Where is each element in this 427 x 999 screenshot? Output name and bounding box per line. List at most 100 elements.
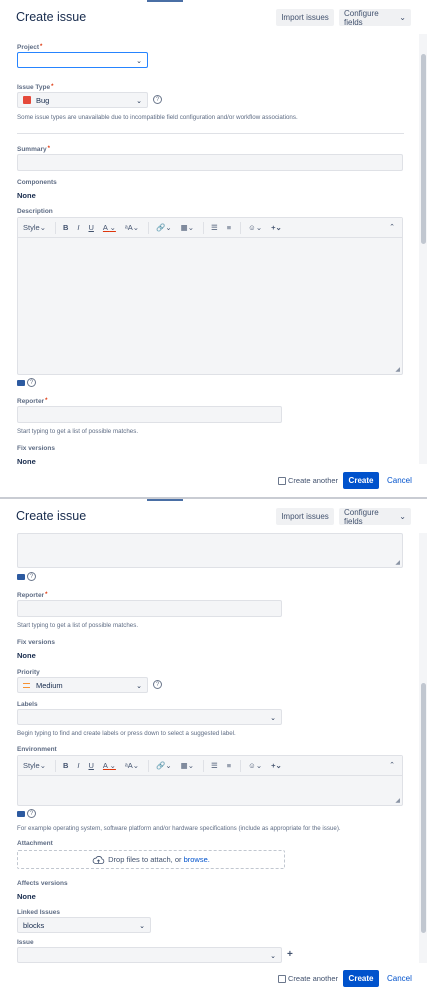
more-formatting-button[interactable]: ᵃA⌄ [125,223,139,232]
reporter-help: Start typing to get a list of possible m… [17,428,139,435]
issue-label: Issue [17,939,34,946]
help-icon[interactable]: ? [27,572,36,581]
project-label: Project* [17,44,43,51]
resize-handle-icon[interactable]: ◢ [395,797,400,804]
top-indicator [147,499,183,501]
import-issues-label: Import issues [281,13,329,22]
wiki-markup-icon[interactable] [17,811,25,817]
components-label: Components [17,179,57,186]
bullet-list-icon[interactable]: ☰ [211,761,218,770]
text-color-button[interactable]: A ⌄ [103,223,116,232]
emoji-icon[interactable]: ☺⌄ [248,761,262,770]
affects-versions-label: Affects versions [17,880,68,887]
upload-cloud-icon [92,855,105,864]
reporter-input[interactable] [17,406,282,423]
reporter-input[interactable] [17,600,282,617]
chevron-down-icon: ⌄ [270,953,276,960]
help-icon[interactable]: ? [27,809,36,818]
add-issue-icon[interactable]: + [287,949,293,960]
insert-icon[interactable]: +⌄ [271,223,282,232]
resize-handle-icon[interactable]: ◢ [395,559,400,566]
description-editor[interactable]: Style⌄ B I U A ⌄ ᵃA⌄ 🔗⌄ ▦⌄ ☰ ≡ ☺⌄ +⌄ ⌃ ◢ [17,217,403,375]
collapse-icon[interactable]: ⌃ [389,223,395,231]
import-issues-button[interactable]: Import issues [276,9,334,26]
cancel-button[interactable]: Cancel [387,476,412,485]
italic-button[interactable]: I [77,223,79,232]
underline-button[interactable]: U [89,223,94,232]
configure-fields-button[interactable]: Configure fields ⌄ [339,507,411,526]
wiki-markup-icon[interactable] [17,380,25,386]
attachment-label: Attachment [17,840,53,847]
priority-medium-icon [23,682,30,688]
more-formatting-button[interactable]: ᵃA⌄ [125,761,139,770]
summary-input[interactable] [17,154,403,171]
components-value: None [17,191,36,200]
environment-label: Environment [17,746,57,753]
project-select[interactable]: ⌄ [17,52,148,68]
help-icon[interactable]: ? [27,378,36,387]
collapse-icon[interactable]: ⌃ [389,761,395,769]
create-another-checkbox[interactable]: Create another [278,974,338,983]
style-dropdown[interactable]: Style⌄ [23,761,46,770]
editor-toolbar: Style⌄ B I U A ⌄ ᵃA⌄ 🔗⌄ ▦⌄ ☰ ≡ ☺⌄ +⌄ ⌃ [18,218,402,238]
style-dropdown[interactable]: Style⌄ [23,223,46,232]
issue-type-value: Bug [36,95,50,105]
configure-fields-button[interactable]: Configure fields ⌄ [339,9,411,27]
table-icon[interactable]: ▦⌄ [181,223,194,232]
import-issues-label: Import issues [281,512,329,521]
bullet-list-icon[interactable]: ☰ [211,223,218,232]
chevron-down-icon: ⌄ [139,923,145,930]
fix-versions-value: None [17,651,36,660]
insert-icon[interactable]: +⌄ [271,761,282,770]
numbered-list-icon[interactable]: ≡ [227,223,231,232]
help-icon[interactable]: ? [153,95,162,104]
text-color-button[interactable]: A ⌄ [103,761,116,770]
scrollbar-thumb[interactable] [421,54,426,244]
create-issue-dialog-scrolled: Create issue Import issues Configure fie… [0,499,427,999]
environment-editor[interactable]: Style⌄ B I U A ⌄ ᵃA⌄ 🔗⌄ ▦⌄ ☰ ≡ ☺⌄ +⌄ ⌃ ◢ [17,755,403,806]
divider [17,133,404,134]
checkbox-box[interactable] [278,476,286,485]
bold-button[interactable]: B [63,761,68,770]
issue-select[interactable]: ⌄ [17,947,282,963]
wiki-markup-icon[interactable] [17,574,25,580]
bold-button[interactable]: B [63,223,68,232]
description-editor-tail[interactable]: ◢ [17,533,403,568]
create-another-label: Create another [288,974,339,983]
underline-button[interactable]: U [89,761,94,770]
cancel-button[interactable]: Cancel [387,974,412,983]
labels-label: Labels [17,701,38,708]
emoji-icon[interactable]: ☺⌄ [248,223,262,232]
browse-link[interactable]: browse. [184,855,210,864]
link-icon[interactable]: 🔗⌄ [156,761,172,770]
chevron-down-icon: ⌄ [399,512,406,521]
resize-handle-icon[interactable]: ◢ [395,366,400,373]
link-icon[interactable]: 🔗⌄ [156,223,172,232]
import-issues-button[interactable]: Import issues [276,508,334,525]
fix-versions-value: None [17,457,36,466]
numbered-list-icon[interactable]: ≡ [227,761,231,770]
table-icon[interactable]: ▦⌄ [181,761,194,770]
chevron-down-icon: ⌄ [136,98,142,105]
linked-issues-label: Linked Issues [17,909,60,916]
labels-input[interactable]: ⌄ [17,709,282,725]
description-label: Description [17,208,53,215]
italic-button[interactable]: I [77,761,79,770]
required-mark: * [51,84,54,90]
priority-select[interactable]: Medium ⌄ [17,677,148,693]
fix-versions-label: Fix versions [17,639,55,646]
attachment-dropzone[interactable]: Drop files to attach, or browse. [17,850,285,869]
scrollbar-thumb[interactable] [421,683,426,933]
checkbox-box[interactable] [278,974,286,983]
linked-issues-select[interactable]: blocks ⌄ [17,917,151,933]
create-button[interactable]: Create [343,472,379,489]
issue-type-select[interactable]: Bug ⌄ [17,92,148,108]
scrollbar[interactable] [419,533,427,963]
create-another-checkbox[interactable]: Create another [278,476,338,485]
create-another-label: Create another [288,476,339,485]
configure-fields-label: Configure fields [344,507,379,526]
create-button[interactable]: Create [343,970,379,987]
scrollbar[interactable] [419,34,427,464]
help-icon[interactable]: ? [153,680,162,689]
fix-versions-label: Fix versions [17,445,55,452]
